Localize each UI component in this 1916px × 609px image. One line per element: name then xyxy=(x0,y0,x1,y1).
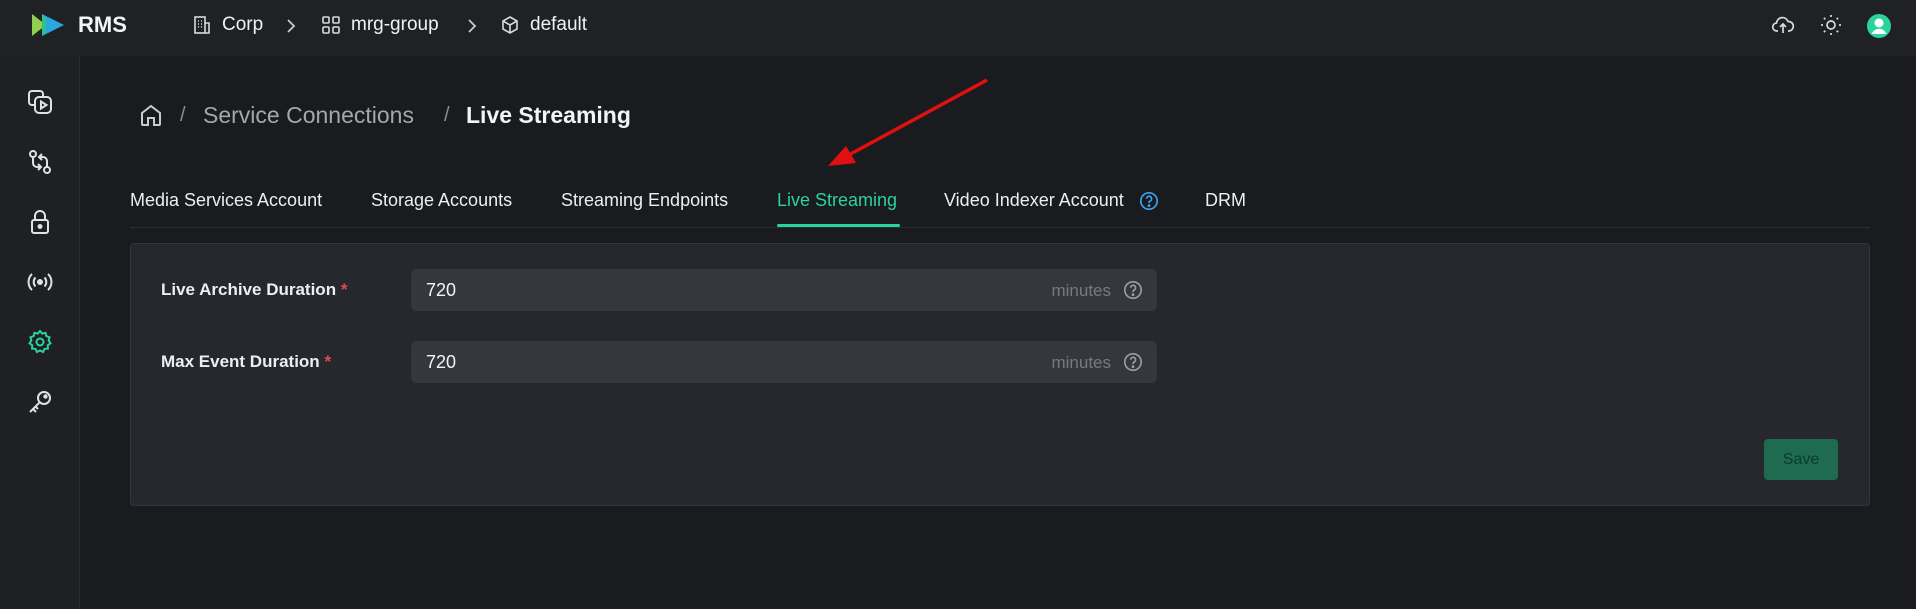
max-event-duration-input[interactable]: 720 minutes xyxy=(411,341,1157,383)
sidebar-item-settings[interactable] xyxy=(25,327,55,357)
cube-icon xyxy=(502,16,518,34)
sidebar-item-keys[interactable] xyxy=(25,387,55,417)
label-text: Max Event Duration xyxy=(161,352,320,371)
field-label-max-event-duration: Max Event Duration * xyxy=(161,352,331,372)
key-icon xyxy=(29,391,51,413)
project-breadcrumb[interactable]: default xyxy=(500,14,587,36)
app-name[interactable]: RMS xyxy=(78,12,127,38)
label-text: Live Archive Duration xyxy=(161,280,337,299)
top-bar: RMS Corp mrg-group default xyxy=(0,0,1916,56)
input-value: 720 xyxy=(426,352,457,372)
tab-drm[interactable]: DRM xyxy=(1205,190,1246,211)
page-title: Live Streaming xyxy=(466,102,631,128)
breadcrumb-separator: / xyxy=(444,104,450,126)
sun-icon[interactable] xyxy=(1819,13,1843,37)
project-label: default xyxy=(530,14,588,35)
tab-live-streaming[interactable]: Live Streaming xyxy=(777,190,897,211)
lock-icon xyxy=(31,210,49,234)
live-archive-duration-input[interactable]: 720 minutes xyxy=(411,269,1157,311)
field-label-live-archive-duration: Live Archive Duration * xyxy=(161,280,347,300)
sidebar-item-security[interactable] xyxy=(25,207,55,237)
breadcrumb-service-connections[interactable]: Service Connections xyxy=(203,102,414,129)
input-unit: minutes xyxy=(1051,281,1111,300)
required-marker: * xyxy=(324,352,332,371)
org-breadcrumb[interactable]: Corp xyxy=(192,14,263,36)
chevron-right-icon xyxy=(287,19,296,33)
settings-icon xyxy=(28,329,52,354)
group-breadcrumb[interactable]: mrg-group xyxy=(321,14,439,36)
sidebar-item-media[interactable] xyxy=(25,87,55,117)
required-marker: * xyxy=(340,280,348,299)
active-tab-indicator xyxy=(777,224,900,227)
breadcrumb-separator: / xyxy=(180,104,186,126)
tab-video-indexer-account[interactable]: Video Indexer Account xyxy=(944,190,1124,211)
tab-storage-accounts[interactable]: Storage Accounts xyxy=(371,190,512,211)
input-unit: minutes xyxy=(1051,353,1111,372)
help-icon[interactable] xyxy=(1123,280,1143,300)
media-icon xyxy=(28,90,52,114)
upload-icon[interactable] xyxy=(1771,13,1795,37)
sidebar xyxy=(0,56,80,609)
home-icon[interactable] xyxy=(138,102,164,128)
broadcast-icon xyxy=(27,273,53,291)
sidebar-item-live[interactable] xyxy=(25,267,55,297)
help-icon[interactable] xyxy=(1123,352,1143,372)
transfer-icon xyxy=(29,150,51,174)
input-value: 720 xyxy=(426,280,457,300)
rms-logo-icon xyxy=(32,14,64,36)
org-label: Corp xyxy=(222,14,264,35)
tab-streaming-endpoints[interactable]: Streaming Endpoints xyxy=(561,190,728,211)
tab-bar: Media Services Account Storage Accounts … xyxy=(130,186,1870,228)
group-label: mrg-group xyxy=(351,14,439,35)
building-icon xyxy=(194,16,210,34)
tab-media-services-account[interactable]: Media Services Account xyxy=(130,190,322,211)
help-icon[interactable] xyxy=(1139,191,1159,211)
chevron-right-icon xyxy=(468,19,477,33)
user-avatar-icon[interactable] xyxy=(1866,13,1892,39)
live-streaming-settings-panel: Live Archive Duration * 720 minutes Max … xyxy=(130,243,1870,506)
save-button[interactable]: Save xyxy=(1764,439,1838,480)
sidebar-item-transfer[interactable] xyxy=(25,147,55,177)
grid-icon xyxy=(322,16,340,34)
